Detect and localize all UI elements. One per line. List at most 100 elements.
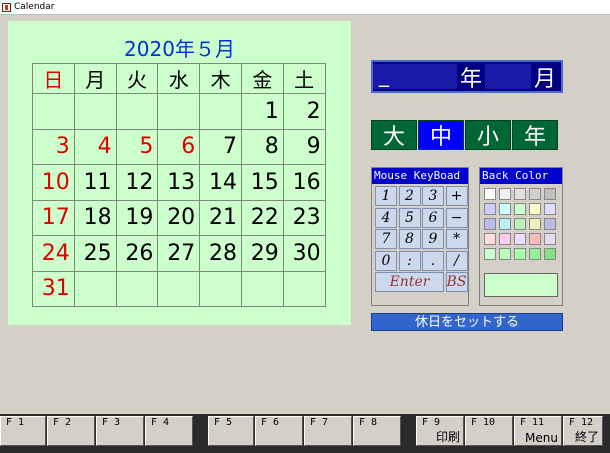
calendar-day-cell[interactable] — [115, 93, 159, 130]
keypad-key[interactable]: 6 — [422, 207, 444, 228]
calendar-day-cell[interactable]: 27 — [157, 235, 201, 272]
calendar-day-cell[interactable]: 22 — [240, 199, 284, 236]
calendar-day-cell[interactable]: 15 — [240, 164, 284, 201]
calendar-day-cell[interactable]: 17 — [32, 199, 75, 236]
color-swatch[interactable] — [544, 203, 556, 215]
calendar-day-cell[interactable]: 14 — [199, 164, 242, 201]
calendar-day-cell[interactable]: 5 — [115, 128, 159, 165]
backspace-key[interactable]: BS — [445, 272, 468, 292]
color-swatch[interactable] — [484, 233, 496, 245]
calendar-day-cell[interactable]: 4 — [73, 128, 117, 165]
calendar-day-cell[interactable]: 24 — [32, 235, 75, 272]
calendar-day-cell[interactable] — [32, 93, 75, 130]
color-swatch[interactable] — [544, 218, 556, 230]
calendar-day-cell[interactable] — [73, 93, 117, 130]
calendar-day-cell[interactable]: 9 — [282, 128, 326, 165]
function-key-f2[interactable]: F 2 — [47, 416, 95, 446]
function-key-f7[interactable]: F 7 — [304, 416, 352, 446]
keypad-key[interactable]: * — [445, 229, 468, 249]
keypad-key[interactable]: + — [445, 186, 468, 206]
calendar-day-cell[interactable] — [240, 270, 284, 307]
calendar-day-cell[interactable]: 12 — [115, 164, 159, 201]
color-swatch[interactable] — [514, 218, 526, 230]
keypad-key[interactable]: : — [398, 250, 421, 271]
size-button[interactable]: 年 — [512, 120, 558, 150]
color-swatch[interactable] — [499, 188, 511, 200]
calendar-day-cell[interactable]: 25 — [73, 235, 117, 272]
keypad-key[interactable]: 0 — [375, 250, 397, 271]
keypad-key[interactable]: 5 — [398, 207, 421, 228]
calendar-day-cell[interactable]: 8 — [240, 128, 284, 165]
keypad-key[interactable]: 4 — [375, 207, 397, 228]
year-field[interactable]: _ — [373, 64, 457, 89]
calendar-day-cell[interactable]: 30 — [282, 235, 326, 272]
color-swatch[interactable] — [514, 188, 526, 200]
size-button[interactable]: 中 — [418, 120, 464, 150]
calendar-day-cell[interactable]: 29 — [240, 235, 284, 272]
keypad-key[interactable]: 1 — [375, 186, 397, 206]
size-button[interactable]: 大 — [371, 120, 417, 150]
keypad-key[interactable]: . — [422, 250, 444, 271]
color-swatch[interactable] — [484, 203, 496, 215]
calendar-day-cell[interactable]: 2 — [282, 93, 326, 130]
color-swatch[interactable] — [514, 233, 526, 245]
color-swatch[interactable] — [514, 248, 526, 260]
color-swatch[interactable] — [484, 188, 496, 200]
function-key-f4[interactable]: F 4 — [145, 416, 193, 446]
calendar-day-cell[interactable]: 31 — [32, 270, 75, 307]
keypad-key[interactable]: 8 — [398, 229, 421, 249]
calendar-day-cell[interactable]: 6 — [157, 128, 201, 165]
calendar-day-cell[interactable] — [199, 93, 242, 130]
color-swatch[interactable] — [529, 218, 541, 230]
size-button[interactable]: 小 — [465, 120, 511, 150]
calendar-day-cell[interactable]: 7 — [199, 128, 242, 165]
calendar-day-cell[interactable]: 21 — [199, 199, 242, 236]
calendar-day-cell[interactable]: 28 — [199, 235, 242, 272]
calendar-day-cell[interactable] — [199, 270, 242, 307]
color-swatch[interactable] — [499, 218, 511, 230]
function-key-f3[interactable]: F 3 — [96, 416, 144, 446]
color-swatch[interactable] — [484, 218, 496, 230]
color-swatch[interactable] — [544, 248, 556, 260]
calendar-day-cell[interactable]: 10 — [32, 164, 75, 201]
calendar-day-cell[interactable] — [157, 93, 201, 130]
color-swatch[interactable] — [484, 248, 496, 260]
color-swatch[interactable] — [529, 248, 541, 260]
calendar-day-cell[interactable] — [282, 270, 326, 307]
calendar-day-cell[interactable]: 13 — [157, 164, 201, 201]
function-key-f8[interactable]: F 8 — [353, 416, 401, 446]
month-field[interactable] — [485, 64, 531, 89]
function-key-f6[interactable]: F 6 — [255, 416, 303, 446]
calendar-day-cell[interactable]: 3 — [32, 128, 75, 165]
color-swatch[interactable] — [529, 203, 541, 215]
keypad-key[interactable]: 7 — [375, 229, 397, 249]
calendar-day-cell[interactable]: 16 — [282, 164, 326, 201]
keypad-key[interactable]: 3 — [422, 186, 444, 206]
color-swatch[interactable] — [529, 233, 541, 245]
calendar-day-cell[interactable] — [115, 270, 159, 307]
color-swatch[interactable] — [544, 188, 556, 200]
calendar-day-cell[interactable]: 20 — [157, 199, 201, 236]
calendar-day-cell[interactable]: 18 — [73, 199, 117, 236]
color-swatch[interactable] — [499, 203, 511, 215]
calendar-day-cell[interactable]: 26 — [115, 235, 159, 272]
color-swatch[interactable] — [499, 248, 511, 260]
keypad-key[interactable]: / — [445, 250, 468, 271]
function-key-f9[interactable]: F 9 印刷 — [416, 416, 464, 446]
color-swatch[interactable] — [544, 233, 556, 245]
keypad-key[interactable]: 2 — [398, 186, 421, 206]
enter-key[interactable]: Enter — [375, 272, 444, 292]
color-swatch[interactable] — [499, 233, 511, 245]
color-swatch[interactable] — [514, 203, 526, 215]
function-key-f11[interactable]: F 11 Menu — [514, 416, 562, 446]
function-key-f1[interactable]: F 1 — [0, 416, 46, 446]
calendar-day-cell[interactable] — [157, 270, 201, 307]
keypad-key[interactable]: − — [445, 207, 468, 228]
calendar-day-cell[interactable]: 1 — [240, 93, 284, 130]
function-key-f5[interactable]: F 5 — [208, 416, 254, 446]
function-key-f12[interactable]: F 12 終了 — [563, 416, 603, 446]
color-swatch[interactable] — [529, 188, 541, 200]
calendar-day-cell[interactable]: 11 — [73, 164, 117, 201]
function-key-f10[interactable]: F 10 — [465, 416, 513, 446]
calendar-day-cell[interactable]: 19 — [115, 199, 159, 236]
